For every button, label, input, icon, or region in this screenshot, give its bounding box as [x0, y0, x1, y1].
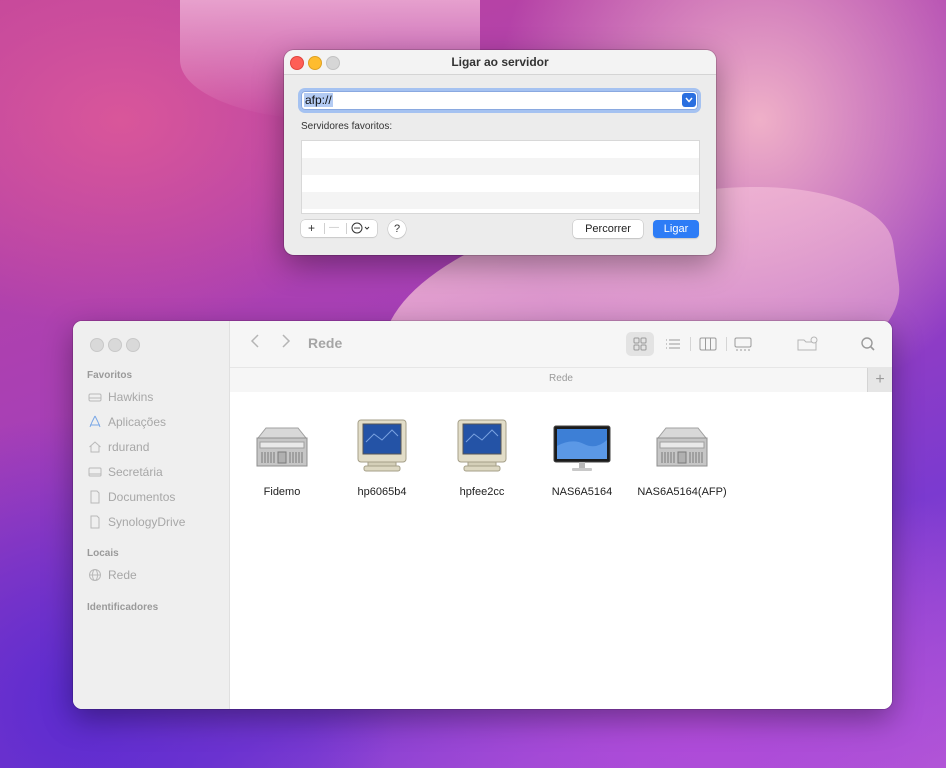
sidebar-item-label: Secretária [108, 465, 163, 479]
new-folder-button[interactable] [793, 332, 821, 356]
back-button[interactable] [249, 333, 261, 354]
connect-to-server-dialog: Ligar ao servidor afp:// Servidores favo… [284, 50, 716, 255]
item-label: NAS6A5164 [551, 486, 613, 498]
item-label: hp6065b4 [357, 486, 407, 498]
sidebar-item-documentos[interactable]: Documentos [88, 488, 175, 506]
finder-sidebar: Favoritos Hawkins Aplicações rdurand Sec… [73, 321, 230, 709]
add-favorite-button[interactable]: + [308, 221, 315, 235]
tab-rede[interactable]: Rede [230, 373, 892, 384]
chevron-left-icon [250, 334, 259, 348]
sidebar-item-label: Aplicações [108, 415, 167, 429]
sidebar-item-rdurand[interactable]: rdurand [88, 438, 149, 456]
zoom-button[interactable] [126, 338, 140, 352]
gallery-view-button[interactable] [729, 332, 757, 356]
connect-button[interactable]: Ligar [653, 220, 699, 238]
list-item[interactable] [302, 192, 699, 209]
list-item[interactable] [302, 175, 699, 192]
list-icon [666, 339, 680, 349]
sidebar-item-synologydrive[interactable]: SynologyDrive [88, 513, 185, 531]
tab-bar: Rede + [230, 367, 892, 393]
sidebar-section-favorites: Favoritos [87, 370, 133, 381]
network-item-nas6a5164[interactable]: NAS6A5164 [532, 416, 632, 498]
help-button[interactable]: ? [388, 220, 406, 238]
finder-content: Fidemo hp6065b4 hpfee2cc NAS6A5164 NAS6A… [230, 392, 892, 709]
sidebar-section-locations: Locais [87, 548, 119, 559]
sidebar-item-label: Documentos [108, 490, 176, 504]
list-view-button[interactable] [659, 332, 687, 356]
doc-icon [90, 515, 100, 529]
crt-monitor-icon [452, 416, 512, 476]
apps-icon [89, 415, 101, 428]
item-label: hpfee2cc [459, 486, 505, 498]
close-button[interactable] [90, 338, 104, 352]
window-title: Rede [308, 335, 343, 351]
chevron-down-icon [685, 97, 693, 103]
item-label: NAS6A5164(AFP) [637, 486, 727, 498]
minimize-button[interactable] [108, 338, 122, 352]
list-item[interactable] [302, 158, 699, 175]
network-item-fidemo[interactable]: Fidemo [232, 416, 332, 498]
sidebar-item-label: Hawkins [108, 390, 154, 404]
network-icon [89, 569, 101, 581]
icon-view-button[interactable] [626, 332, 654, 356]
column-view-button[interactable] [694, 332, 722, 356]
doc-icon [90, 490, 100, 504]
dialog-titlebar: Ligar ao servidor [284, 50, 716, 75]
more-options-button[interactable] [351, 220, 373, 239]
columns-icon [699, 337, 717, 351]
recent-servers-dropdown[interactable] [682, 93, 696, 107]
remove-favorite-button[interactable]: — [329, 222, 339, 233]
home-icon [89, 441, 101, 453]
grid-icon [633, 337, 647, 351]
sidebar-item-label: rdurand [108, 440, 150, 454]
list-item[interactable] [302, 141, 699, 158]
server-icon [652, 416, 712, 476]
forward-button[interactable] [280, 333, 292, 354]
favorite-servers-list[interactable] [301, 140, 700, 214]
sidebar-item-hawkins[interactable]: Hawkins [88, 388, 153, 406]
favorites-segmented-control: + — [301, 220, 377, 237]
server-icon [252, 416, 312, 476]
sidebar-item-secretaria[interactable]: Secretária [88, 463, 163, 481]
desktop-icon [88, 467, 102, 477]
sidebar-item-label: SynologyDrive [108, 515, 186, 529]
display-icon [552, 416, 612, 476]
item-label: Fidemo [263, 486, 301, 498]
new-tab-button[interactable]: + [867, 368, 892, 392]
crt-monitor-icon [352, 416, 412, 476]
browse-button[interactable]: Percorrer [573, 220, 643, 238]
sidebar-section-tags: Identificadores [87, 602, 159, 613]
server-address-field[interactable]: afp:// [301, 91, 698, 110]
hd-icon [88, 393, 102, 402]
finder-window: Favoritos Hawkins Aplicações rdurand Sec… [73, 321, 892, 709]
server-address-value[interactable]: afp:// [304, 93, 333, 107]
sidebar-item-label: Rede [108, 568, 137, 582]
dialog-title: Ligar ao servidor [451, 55, 549, 69]
chevron-right-icon [282, 334, 291, 348]
folder-badge-icon [797, 336, 818, 351]
ellipsis-circle-icon [351, 222, 370, 234]
favorites-label: Servidores favoritos: [301, 121, 393, 132]
network-item-hp6065b4[interactable]: hp6065b4 [332, 416, 432, 498]
network-item-hpfee2cc[interactable]: hpfee2cc [432, 416, 532, 498]
sidebar-item-rede[interactable]: Rede [88, 566, 137, 584]
gallery-icon [734, 337, 752, 351]
search-icon [861, 337, 875, 351]
sidebar-item-aplicacoes[interactable]: Aplicações [88, 413, 166, 431]
network-item-nas6a5164-afp[interactable]: NAS6A5164(AFP) [632, 416, 732, 498]
search-button[interactable] [854, 332, 882, 356]
